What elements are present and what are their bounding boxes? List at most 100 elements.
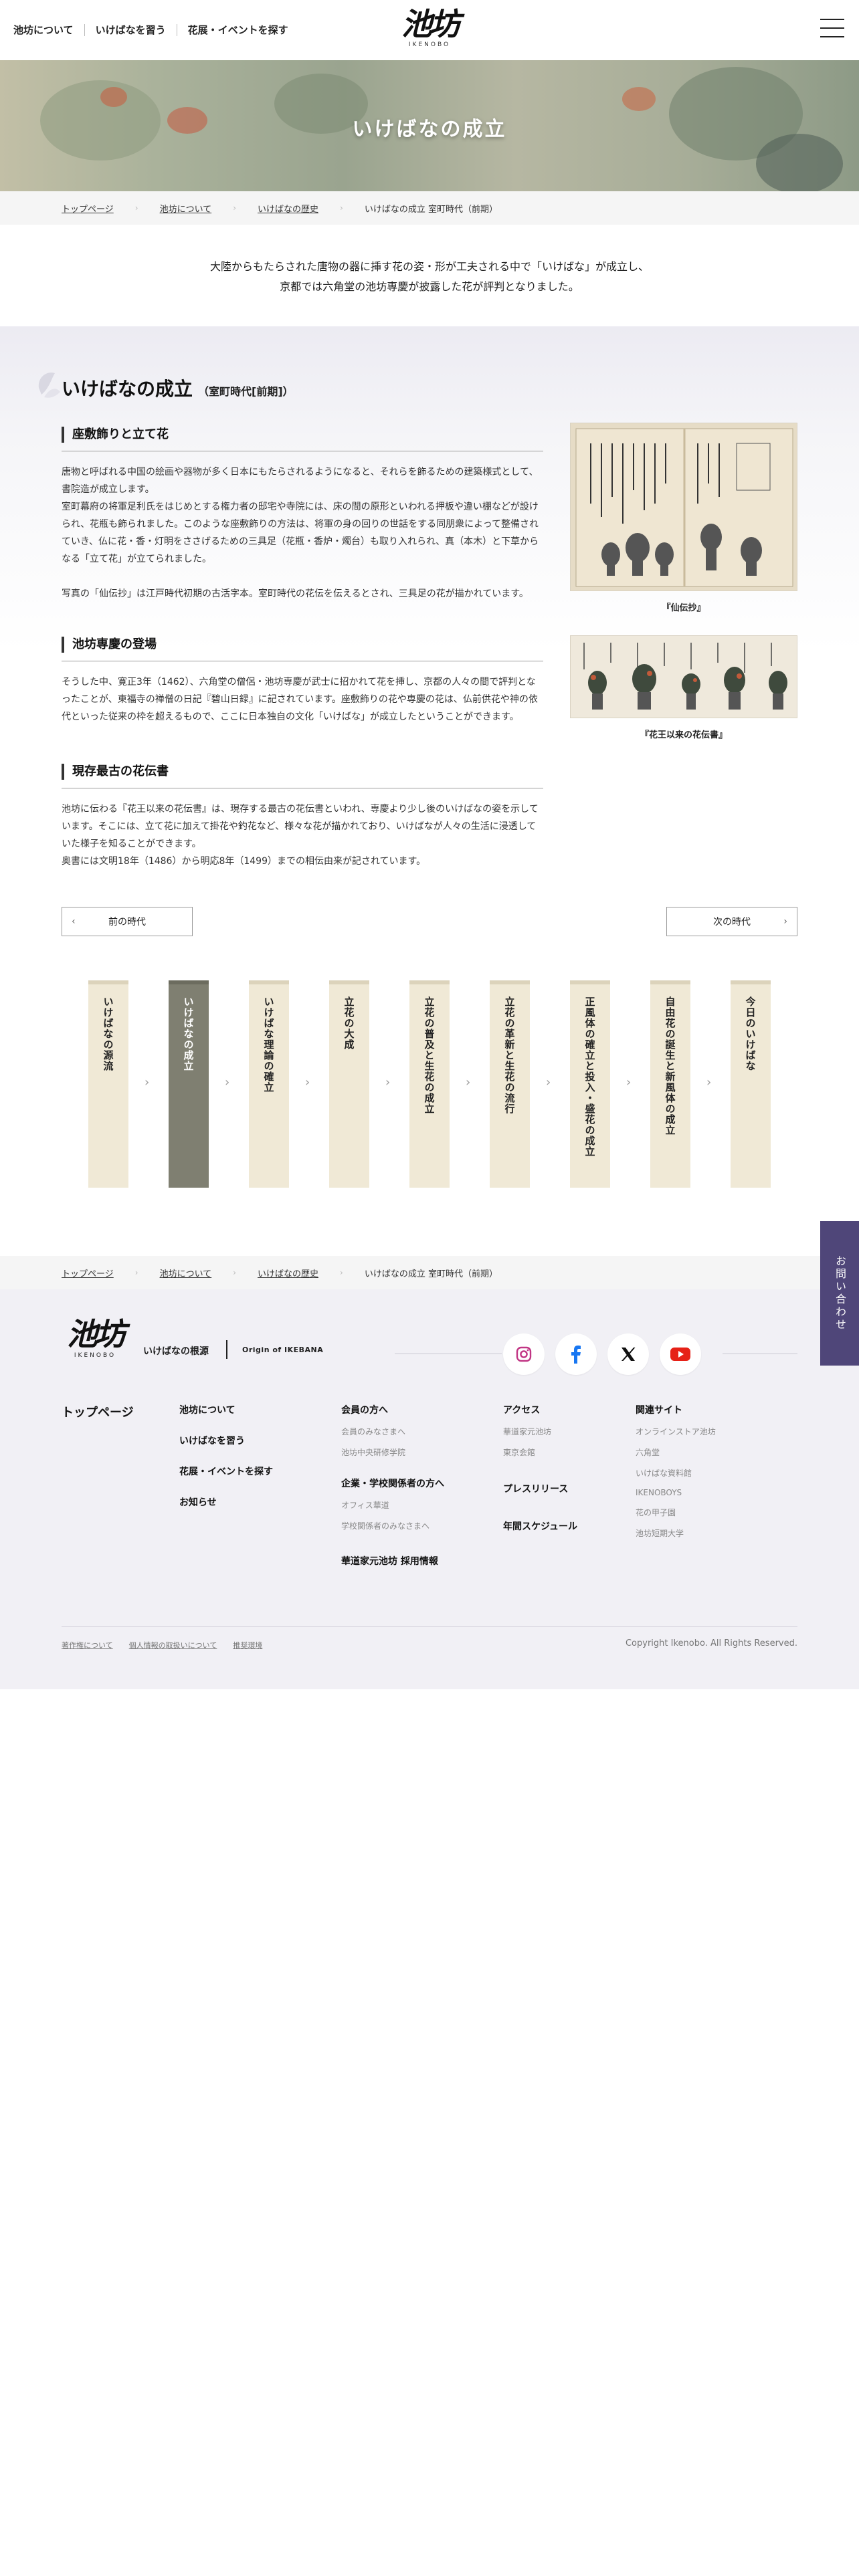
footer-sublink[interactable]: 花の甲子園 xyxy=(636,1507,716,1518)
footer-sublink[interactable]: 六角堂 xyxy=(636,1446,716,1458)
breadcrumb-top[interactable]: トップページ xyxy=(62,1267,114,1279)
chevron-right-icon: › xyxy=(385,1075,391,1089)
youtube-icon[interactable] xyxy=(660,1333,701,1375)
timeline-card[interactable]: 自由花の誕生と新風体の成立 xyxy=(650,980,690,1188)
hero-banner: いけばなの成立 xyxy=(0,60,859,191)
prev-era-label: 前の時代 xyxy=(108,917,146,928)
footer-link[interactable]: 池坊について xyxy=(179,1403,273,1416)
nav-events[interactable]: 花展・イベントを探す xyxy=(188,23,288,37)
topic-heading: 池坊専慶の登場 xyxy=(62,637,543,653)
figure-caption: 『花王以来の花伝書』 xyxy=(640,730,727,740)
nav-about[interactable]: 池坊について xyxy=(13,23,74,37)
footer-sublink[interactable]: 会員のみなさまへ xyxy=(341,1426,444,1437)
timeline-label: いけばなの成立 xyxy=(182,996,195,1071)
breadcrumb-chevron-icon: › xyxy=(340,203,343,213)
copyright: Copyright Ikenobo. All Rights Reserved. xyxy=(625,1638,797,1648)
timeline-card[interactable]: 立花の大成 xyxy=(329,980,369,1188)
footer-col-members: 会員の方へ 会員のみなさまへ 池坊中央研修学院 企業・学校関係者の方へ オフィス… xyxy=(341,1403,444,1568)
legal-link[interactable]: 推奨環境 xyxy=(233,1640,262,1650)
footer-col-about: 池坊について いけばなを習う 花展・イベントを探す お知らせ xyxy=(179,1403,273,1509)
footer-link[interactable]: 会員の方へ xyxy=(341,1403,444,1416)
breadcrumb-chevron-icon: › xyxy=(134,1268,138,1277)
footer-sublink[interactable]: IKENOBOYS xyxy=(636,1488,716,1497)
logo-mark: 池坊 xyxy=(401,6,460,42)
topic-paragraph: 写真の「仙伝抄」は江戸時代初期の古活字本。室町時代の花伝を伝えるとされ、三具足の… xyxy=(62,588,529,599)
topic-paragraph: 奥書には文明18年（1486）から明応8年（1499）までの相伝由来が記されてい… xyxy=(62,856,426,867)
hamburger-menu-icon[interactable] xyxy=(820,19,844,39)
breadcrumb-chevron-icon: › xyxy=(340,1268,343,1277)
topic-block: 座敷飾りと立て花 唐物と呼ばれる中国の絵画や器物が多く日本にもたらされるようにな… xyxy=(62,427,543,603)
prev-era-button[interactable]: ‹ 前の時代 xyxy=(62,907,193,936)
hero-decoration xyxy=(622,87,656,111)
site-footer: 池坊 IKENOBO いけばなの根源 Origin of IKEBANA トップ… xyxy=(0,1289,859,1689)
breadcrumb: トップページ › 池坊について › いけばなの歴史 › いけばなの成立 室町時代… xyxy=(0,191,859,225)
x-icon[interactable] xyxy=(607,1333,649,1375)
footer-sublink[interactable]: 東京会館 xyxy=(503,1446,577,1458)
breadcrumb-top[interactable]: トップページ xyxy=(62,202,114,215)
footer-link-top[interactable]: トップページ xyxy=(62,1406,134,1420)
footer-link[interactable]: 花展・イベントを探す xyxy=(179,1465,273,1478)
footer-link[interactable]: いけばなを習う xyxy=(179,1434,273,1447)
footer-sublink[interactable]: 華道家元池坊 xyxy=(503,1426,577,1437)
footer-link[interactable]: アクセス xyxy=(503,1403,577,1416)
topic-heading: 座敷飾りと立て花 xyxy=(62,427,543,443)
footer-sublink[interactable]: 池坊中央研修学院 xyxy=(341,1446,444,1458)
footer-link[interactable]: 年間スケジュール xyxy=(503,1519,577,1533)
timeline-card[interactable]: 正風体の確立と投入・盛花の成立 xyxy=(570,980,610,1188)
logo-romaji: IKENOBO xyxy=(74,1352,116,1359)
footer-link[interactable]: 華道家元池坊 採用情報 xyxy=(341,1554,444,1568)
legal-link[interactable]: 著作権について xyxy=(62,1640,113,1650)
timeline-label: 立花の革新と生花の流行 xyxy=(503,996,516,1114)
chevron-right-icon: › xyxy=(305,1075,310,1089)
facebook-icon[interactable] xyxy=(555,1333,597,1375)
nav-learn[interactable]: いけばなを習う xyxy=(96,23,166,37)
section-heading: いけばなの成立 （室町時代[前期]） xyxy=(38,372,294,401)
next-era-label: 次の時代 xyxy=(713,917,751,928)
figure-senden: 『仙伝抄』 xyxy=(570,423,797,613)
breadcrumb-about[interactable]: 池坊について xyxy=(160,202,212,215)
next-era-button[interactable]: 次の時代 › xyxy=(666,907,797,936)
topic-paragraph: そうした中、寛正3年（1462）、六角堂の僧侶・池坊専慶が武士に招かれて花を挿し… xyxy=(62,677,538,722)
instagram-icon[interactable] xyxy=(503,1333,545,1375)
chevron-right-icon: › xyxy=(145,1075,150,1089)
timeline-card-active[interactable]: いけばなの成立 xyxy=(169,980,209,1188)
footer-col-top: トップページ xyxy=(62,1403,134,1420)
site-logo[interactable]: 池坊 IKENOBO xyxy=(396,7,463,55)
footer-sublink[interactable]: オンラインストア池坊 xyxy=(636,1426,716,1437)
footer-link[interactable]: お知らせ xyxy=(179,1495,273,1509)
footer-divider xyxy=(62,1626,797,1627)
footer-sublink[interactable]: 学校関係者のみなさまへ xyxy=(341,1520,444,1531)
breadcrumb-history[interactable]: いけばなの歴史 xyxy=(258,202,318,215)
petal-decoration-icon xyxy=(38,372,60,398)
chevron-right-icon: › xyxy=(546,1075,551,1089)
intro-line: 大陸からもたらされた唐物の器に挿す花の姿・形が工夫される中で「いけばな」が成立し… xyxy=(209,260,649,273)
breadcrumb-about[interactable]: 池坊について xyxy=(160,1267,212,1279)
timeline-card[interactable]: いけばなの源流 xyxy=(88,980,128,1188)
chevron-right-icon: › xyxy=(466,1075,471,1089)
footer-sublink[interactable]: オフィス華道 xyxy=(341,1499,444,1511)
footer-sublink[interactable]: いけばな資料館 xyxy=(636,1467,716,1479)
footer-link[interactable]: プレスリリース xyxy=(503,1482,577,1495)
footer-sublink[interactable]: 池坊短期大学 xyxy=(636,1527,716,1539)
footer-link[interactable]: 企業・学校関係者の方へ xyxy=(341,1477,444,1490)
hero-decoration xyxy=(756,134,843,191)
figure-kaou: 『花王以来の花伝書』 xyxy=(570,635,797,740)
chevron-left-icon: ‹ xyxy=(72,916,76,927)
senden-image xyxy=(570,423,797,591)
breadcrumb-history[interactable]: いけばなの歴史 xyxy=(258,1267,318,1279)
timeline-label: 正風体の確立と投入・盛花の成立 xyxy=(583,996,596,1157)
footer-logo[interactable]: 池坊 IKENOBO xyxy=(62,1316,128,1370)
timeline-card[interactable]: 立花の普及と生花の成立 xyxy=(409,980,450,1188)
intro-line: 京都では六角堂の池坊専慶が披露した花が評判となりました。 xyxy=(280,280,579,293)
breadcrumb-current: いけばなの成立 室町時代（前期） xyxy=(364,204,498,215)
contact-tab[interactable]: お問い合わせ xyxy=(820,1221,859,1366)
timeline-card[interactable]: 立花の革新と生花の流行 xyxy=(490,980,530,1188)
footer-link[interactable]: 関連サイト xyxy=(636,1403,716,1416)
timeline-card[interactable]: いけばな理論の確立 xyxy=(249,980,289,1188)
footer-col-related: 関連サイト オンラインストア池坊 六角堂 いけばな資料館 IKENOBOYS 花… xyxy=(636,1403,716,1539)
breadcrumb-chevron-icon: › xyxy=(233,1268,236,1277)
legal-link[interactable]: 個人情報の取扱いについて xyxy=(129,1640,217,1650)
figure-caption: 『仙伝抄』 xyxy=(662,603,706,613)
timeline-card[interactable]: 今日のいけばな xyxy=(731,980,771,1188)
breadcrumb-current: いけばなの成立 室町時代（前期） xyxy=(364,1269,498,1279)
